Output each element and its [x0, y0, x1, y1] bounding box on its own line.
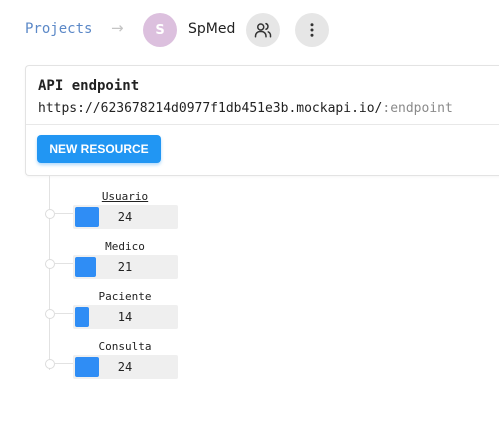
resource-item-consulta: Consulta 24: [45, 340, 185, 390]
resource-count-bar[interactable]: 24: [73, 355, 178, 379]
more-options-button[interactable]: [295, 13, 329, 47]
users-icon: [254, 22, 272, 38]
avatar-letter: S: [155, 22, 165, 38]
breadcrumb-projects-link[interactable]: Projects: [25, 21, 92, 37]
tree-node: [45, 259, 55, 269]
panel-divider: [26, 124, 499, 125]
project-name: SpMed: [188, 21, 236, 37]
api-endpoint-suffix: :endpoint: [382, 101, 453, 116]
resource-count-fill: [75, 307, 89, 327]
top-bar: Projects → S SpMed: [0, 0, 499, 60]
tree-branch: [55, 313, 73, 314]
resource-count: 21: [117, 260, 133, 274]
resource-count: 24: [117, 360, 133, 374]
resource-count-fill: [75, 257, 96, 277]
resource-count: 24: [117, 210, 133, 224]
resource-name-link[interactable]: Consulta: [73, 340, 177, 353]
new-resource-button[interactable]: NEW RESOURCE: [37, 135, 161, 163]
resource-count-bar[interactable]: 14: [73, 305, 178, 329]
resource-name-link[interactable]: Usuario: [73, 190, 177, 203]
tree-node: [45, 309, 55, 319]
api-endpoint-title: API endpoint: [38, 78, 140, 94]
tree-branch: [55, 363, 73, 364]
resource-count-fill: [75, 357, 99, 377]
api-base-url: https://623678214d0977f1db451e3b.mockapi…: [38, 101, 383, 116]
api-endpoint-url: https://623678214d0977f1db451e3b.mockapi…: [38, 101, 453, 116]
resource-item-usuario: Usuario 24: [45, 190, 185, 240]
resource-item-medico: Medico 21: [45, 240, 185, 290]
members-button[interactable]: [246, 13, 280, 47]
resource-name-link[interactable]: Paciente: [73, 290, 177, 303]
api-endpoint-panel: API endpoint https://623678214d0977f1db4…: [25, 65, 499, 176]
more-vertical-icon: [310, 23, 314, 37]
tree-node: [45, 359, 55, 369]
tree-node: [45, 209, 55, 219]
tree-branch: [55, 213, 73, 214]
project-avatar[interactable]: S: [143, 13, 177, 47]
resource-count-fill: [75, 207, 99, 227]
tree-branch: [55, 263, 73, 264]
resource-count: 14: [117, 310, 133, 324]
resource-count-bar[interactable]: 21: [73, 255, 178, 279]
resource-name-link[interactable]: Medico: [73, 240, 177, 253]
breadcrumb-arrow-icon: →: [111, 19, 124, 37]
resource-item-paciente: Paciente 14: [45, 290, 185, 340]
resource-count-bar[interactable]: 24: [73, 205, 178, 229]
